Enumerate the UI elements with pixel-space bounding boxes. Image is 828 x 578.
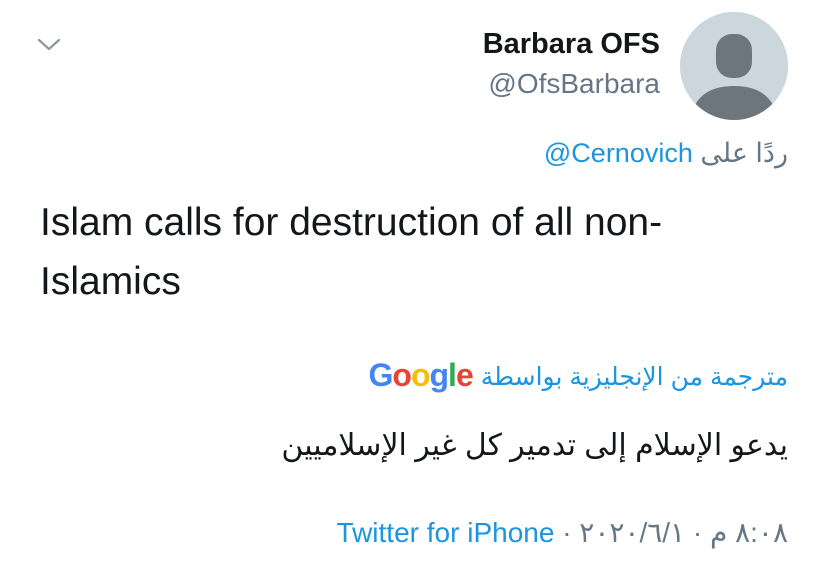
reply-prefix: ردًا على [700,138,788,168]
tweet-source-link[interactable]: Twitter for iPhone [337,517,555,548]
tweet-text: Islam calls for destruction of all non-I… [40,201,663,303]
avatar[interactable] [680,12,788,120]
translation-attribution: Google مترجمة من الإنجليزية بواسطة [368,357,788,395]
translated-by-label[interactable]: مترجمة من الإنجليزية بواسطة [481,362,788,392]
translated-tweet-text: يدعو الإسلام إلى تدمير كل غير الإسلاميين [281,429,788,462]
reply-mention-link[interactable]: @Cernovich [544,138,693,168]
tweet-card: Barbara OFS @OfsBarbara ردًا على @Cernov… [0,0,828,578]
chevron-down-icon[interactable] [34,30,64,60]
tweet-meta: ٨:٠٨ م · ٢٠٢٠/٦/١ · Twitter for iPhone [337,516,788,549]
meta-separator: · [562,517,572,548]
tweet-timestamp[interactable]: ٨:٠٨ م · ٢٠٢٠/٦/١ [579,517,788,548]
author-handle[interactable]: @OfsBarbara [488,68,660,100]
reply-context: ردًا على @Cernovich [544,138,788,169]
google-logo: Google [368,357,474,393]
default-avatar-icon [680,12,788,120]
author-name[interactable]: Barbara OFS [483,28,660,61]
